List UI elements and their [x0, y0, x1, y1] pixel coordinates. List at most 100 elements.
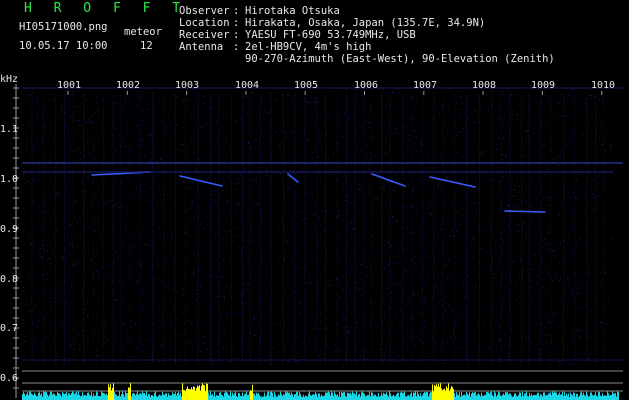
amplitude-bar [116, 394, 117, 400]
amplitude-bar [133, 393, 134, 400]
amplitude-bar [146, 391, 147, 400]
amplitude-peak [204, 385, 205, 400]
amplitude-bar [501, 395, 502, 400]
amplitude-bar [225, 391, 226, 400]
amplitude-bar [29, 391, 30, 400]
amplitude-peak [434, 384, 435, 400]
amplitude-bar [284, 394, 285, 400]
amplitude-bar [47, 394, 48, 400]
amplitude-bar [297, 391, 298, 400]
amplitude-peak [436, 384, 437, 400]
amplitude-peak [187, 386, 188, 400]
amplitude-bar [375, 394, 376, 400]
amplitude-bar [485, 394, 486, 400]
amplitude-peak [448, 383, 449, 400]
amplitude-bar [120, 396, 121, 400]
amplitude-bar [234, 393, 235, 400]
y-tick-label: 0.8 [0, 274, 19, 285]
amplitude-bar [138, 395, 139, 400]
amplitude-bar [114, 391, 115, 400]
amplitude-bar [617, 391, 618, 400]
amplitude-bar [245, 393, 246, 400]
amplitude-bar [381, 392, 382, 400]
amplitude-bar [336, 395, 337, 400]
amplitude-bar [325, 392, 326, 400]
amplitude-bar [406, 396, 407, 400]
amplitude-bar [152, 395, 153, 400]
amplitude-bar [522, 391, 523, 400]
amplitude-bar [335, 394, 336, 400]
amplitude-bar [564, 391, 565, 400]
amplitude-bar [156, 395, 157, 400]
amplitude-bar [74, 394, 75, 400]
amplitude-bar [508, 394, 509, 400]
amplitude-bar [208, 392, 209, 400]
amplitude-bar [137, 391, 138, 400]
amplitude-bar [500, 395, 501, 400]
amplitude-bar [64, 394, 65, 400]
y-axis-unit: kHz [0, 74, 19, 85]
amplitude-bar [172, 392, 173, 400]
amplitude-bar [80, 396, 81, 400]
amplitude-bar [572, 395, 573, 400]
amplitude-bar [608, 393, 609, 400]
amplitude-bar [151, 395, 152, 400]
amplitude-bar [316, 393, 317, 400]
amplitude-bar [555, 392, 556, 400]
x-tick-label: 1005 [294, 80, 319, 91]
amplitude-bar [411, 392, 412, 400]
amplitude-peak [433, 391, 434, 400]
amplitude-bar [600, 395, 601, 400]
amplitude-bar [514, 393, 515, 400]
amplitude-bar [331, 391, 332, 400]
amplitude-bar [35, 394, 36, 400]
y-tick-label: 0.6 [0, 373, 19, 384]
amplitude-bar [561, 394, 562, 400]
amplitude-bar [238, 392, 239, 400]
amplitude-bar [161, 395, 162, 400]
amplitude-bar [279, 395, 280, 400]
amplitude-bar [314, 394, 315, 400]
amplitude-peak [193, 386, 194, 400]
amplitude-peak [188, 388, 189, 400]
amplitude-bar [602, 393, 603, 400]
amplitude-bar [412, 396, 413, 400]
amplitude-bar [56, 396, 57, 400]
amplitude-bar [398, 392, 399, 400]
amplitude-bar [248, 394, 249, 400]
amplitude-bar [83, 395, 84, 400]
amplitude-bar [614, 393, 615, 400]
amplitude-bar [217, 395, 218, 400]
amplitude-bar [272, 392, 273, 400]
amplitude-bar [611, 395, 612, 400]
amplitude-bar [468, 394, 469, 400]
amplitude-peak [192, 389, 193, 400]
amplitude-bar [499, 392, 500, 400]
amplitude-bar [430, 391, 431, 400]
amplitude-bar [454, 392, 455, 400]
amplitude-bar [358, 394, 359, 400]
amplitude-bar [393, 394, 394, 400]
amplitude-bar [57, 392, 58, 400]
amplitude-bar [92, 396, 93, 400]
amplitude-bar [299, 391, 300, 400]
amplitude-bar [98, 395, 99, 400]
amplitude-bar [370, 396, 371, 400]
amplitude-bar [507, 392, 508, 400]
amplitude-bar [552, 391, 553, 400]
amplitude-bar [505, 392, 506, 400]
amplitude-bar [66, 391, 67, 400]
amplitude-bar [147, 396, 148, 400]
amplitude-peak [437, 386, 438, 400]
amplitude-bar [410, 393, 411, 400]
amplitude-peak [451, 386, 452, 400]
amplitude-bar [122, 391, 123, 400]
amplitude-bar [554, 391, 555, 400]
meteor-echo [504, 210, 546, 213]
amplitude-bar [305, 395, 306, 400]
amplitude-bar [615, 393, 616, 400]
amplitude-bar [78, 391, 79, 400]
amplitude-bar [257, 393, 258, 400]
amplitude-bar [95, 395, 96, 400]
amplitude-bar [491, 391, 492, 400]
